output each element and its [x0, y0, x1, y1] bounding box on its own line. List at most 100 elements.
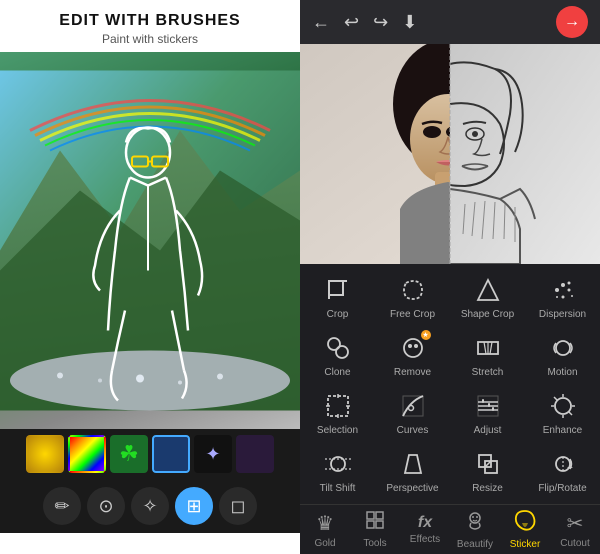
tools-nav-label: Tools	[363, 538, 386, 549]
tool-flip-rotate[interactable]: Flip/Rotate	[525, 442, 600, 500]
brush-tool-1[interactable]: ✏	[43, 487, 81, 525]
demo-image	[0, 52, 300, 429]
next-button[interactable]: →	[556, 6, 588, 38]
beautify-nav-label: Beautify	[457, 539, 493, 550]
brush-tool-2[interactable]: ⊙	[87, 487, 125, 525]
motion-label: Motion	[547, 367, 577, 378]
bottom-navigation: ♛ Gold Tools fx Effects	[300, 504, 600, 554]
sticker-sparkle[interactable]: ✦	[194, 435, 232, 473]
tool-adjust[interactable]: Adjust	[450, 384, 525, 442]
sticker-dark[interactable]	[236, 435, 274, 473]
crop-icon	[322, 274, 354, 306]
tool-free-crop[interactable]: Free Crop	[375, 268, 450, 326]
clone-icon	[322, 332, 354, 364]
topbar-left-icons: ← ↩ ↪ ⬇	[312, 12, 417, 33]
tool-crop[interactable]: Crop	[300, 268, 375, 326]
stretch-icon	[472, 332, 504, 364]
tool-shape-crop[interactable]: Shape Crop	[450, 268, 525, 326]
gold-nav-label: Gold	[314, 538, 335, 549]
nav-sticker[interactable]: Sticker	[500, 505, 550, 554]
eraser-icon: ◻	[231, 496, 246, 517]
gold-nav-icon: ♛	[316, 511, 334, 536]
brush3-icon: ✧	[142, 496, 157, 517]
brush-tool-4[interactable]: ⊞	[175, 487, 213, 525]
enhance-icon	[547, 390, 579, 422]
flip-rotate-icon	[547, 448, 579, 480]
sticker-blue[interactable]	[152, 435, 190, 473]
motion-icon	[547, 332, 579, 364]
nav-effects[interactable]: fx Effects	[400, 505, 450, 554]
nav-gold[interactable]: ♛ Gold	[300, 505, 350, 554]
left-panel: EDIT WITH BRUSHES Paint with stickers	[0, 0, 300, 533]
right-panel: ← ↩ ↪ ⬇ →	[300, 0, 600, 533]
nav-beautify[interactable]: Beautify	[450, 505, 500, 554]
crop-label: Crop	[327, 309, 349, 320]
undo-button[interactable]: ↩	[344, 12, 359, 33]
sticker-nav-label: Sticker	[510, 539, 541, 550]
selection-label: Selection	[317, 425, 358, 436]
nav-cutout[interactable]: ✂ Cutout	[550, 505, 600, 554]
tool-dispersion[interactable]: Dispersion	[525, 268, 600, 326]
brush4-icon: ⊞	[186, 496, 201, 517]
tool-motion[interactable]: Motion	[525, 326, 600, 384]
enhance-label: Enhance	[543, 425, 582, 436]
brush-tool-3[interactable]: ✧	[131, 487, 169, 525]
sticker-thumbnail-row: ☘ ✦	[0, 429, 300, 479]
curves-label: Curves	[397, 425, 429, 436]
main-subtitle: Paint with stickers	[59, 32, 240, 46]
tools-nav-icon	[365, 510, 385, 536]
flip-rotate-label: Flip/Rotate	[538, 483, 586, 494]
remove-label: Remove	[394, 367, 431, 378]
tool-remove[interactable]: ★ Remove	[375, 326, 450, 384]
clover-icon: ☘	[119, 441, 139, 467]
dispersion-label: Dispersion	[539, 309, 586, 320]
shape-crop-label: Shape Crop	[461, 309, 514, 320]
resize-label: Resize	[472, 483, 503, 494]
shape-crop-icon	[472, 274, 504, 306]
tool-curves[interactable]: Curves	[375, 384, 450, 442]
download-button[interactable]: ⬇	[402, 12, 417, 33]
resize-icon	[472, 448, 504, 480]
nav-tools[interactable]: Tools	[350, 505, 400, 554]
stretch-label: Stretch	[472, 367, 504, 378]
tool-stretch[interactable]: Stretch	[450, 326, 525, 384]
sticker-gold[interactable]	[26, 435, 64, 473]
back-button[interactable]: ←	[312, 12, 330, 33]
tool-selection[interactable]: Selection	[300, 384, 375, 442]
clone-label: Clone	[324, 367, 350, 378]
sticker-rainbow[interactable]	[68, 435, 106, 473]
dispersion-icon	[547, 274, 579, 306]
edit-photo	[300, 44, 600, 264]
redo-button[interactable]: ↪	[373, 12, 388, 33]
remove-icon: ★	[397, 332, 429, 364]
free-crop-icon	[397, 274, 429, 306]
selection-icon	[322, 390, 354, 422]
effects-nav-label: Effects	[410, 534, 440, 545]
next-arrow-icon: →	[564, 13, 580, 31]
adjust-label: Adjust	[474, 425, 502, 436]
tilt-shift-label: Tilt Shift	[320, 483, 356, 494]
perspective-icon	[397, 448, 429, 480]
tool-perspective[interactable]: Perspective	[375, 442, 450, 500]
perspective-label: Perspective	[386, 483, 438, 494]
effects-nav-icon: fx	[418, 514, 432, 532]
cutout-nav-icon: ✂	[567, 511, 584, 536]
sparkle-icon: ✦	[205, 444, 220, 465]
free-crop-label: Free Crop	[390, 309, 435, 320]
adjust-icon	[472, 390, 504, 422]
main-title: EDIT WITH BRUSHES	[59, 12, 240, 30]
brush1-icon: ✏	[54, 496, 69, 517]
tool-clone[interactable]: Clone	[300, 326, 375, 384]
cutout-nav-label: Cutout	[560, 538, 589, 549]
tools-grid: Crop Free Crop Shape Crop	[300, 264, 600, 504]
sticker-clover[interactable]: ☘	[110, 435, 148, 473]
tool-resize[interactable]: Resize	[450, 442, 525, 500]
tool-enhance[interactable]: Enhance	[525, 384, 600, 442]
tool-tilt-shift[interactable]: Tilt Shift	[300, 442, 375, 500]
curves-icon	[397, 390, 429, 422]
left-header: EDIT WITH BRUSHES Paint with stickers	[49, 0, 250, 52]
eraser-tool[interactable]: ◻	[219, 487, 257, 525]
brush2-icon: ⊙	[98, 496, 113, 517]
brush-tools-row: ✏ ⊙ ✧ ⊞ ◻	[0, 479, 300, 533]
topbar: ← ↩ ↪ ⬇ →	[300, 0, 600, 44]
